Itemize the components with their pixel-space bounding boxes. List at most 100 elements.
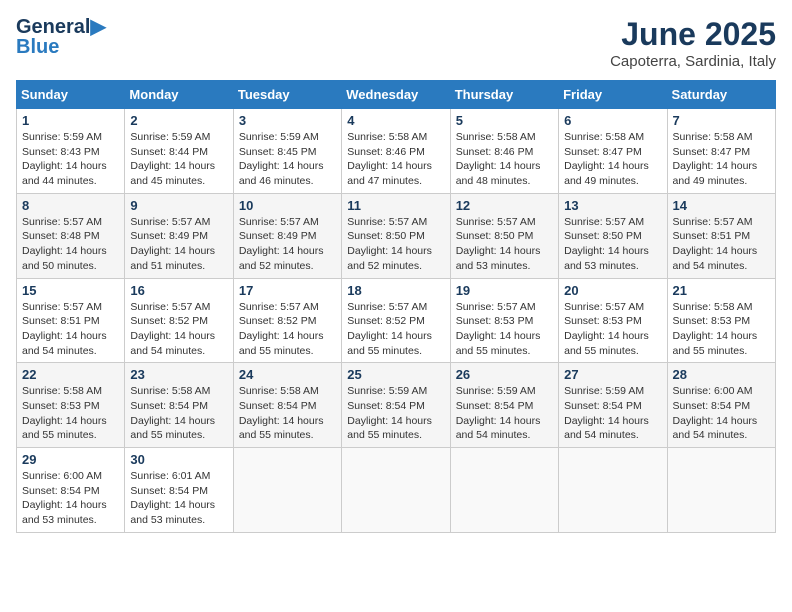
day-number: 22 — [22, 367, 119, 382]
day-number: 2 — [130, 113, 227, 128]
day-number: 28 — [673, 367, 770, 382]
day-info: Sunrise: 5:58 AM Sunset: 8:54 PM Dayligh… — [130, 384, 227, 443]
day-number: 4 — [347, 113, 444, 128]
day-cell-21: 21Sunrise: 5:58 AM Sunset: 8:53 PM Dayli… — [667, 278, 775, 363]
day-info: Sunrise: 5:57 AM Sunset: 8:50 PM Dayligh… — [347, 215, 444, 274]
week-row-2: 15Sunrise: 5:57 AM Sunset: 8:51 PM Dayli… — [17, 278, 776, 363]
day-2: 2 Sunrise: 5:59 AM Sunset: 8:44 PM Daylig… — [125, 109, 233, 194]
week-row-4: 29Sunrise: 6:00 AM Sunset: 8:54 PM Dayli… — [17, 448, 776, 533]
day-cell-18: 18 Sunrise: 5:57 AM Sunset: 8:52 PM Dayli… — [342, 278, 450, 363]
day-cell-19: 19Sunrise: 5:57 AM Sunset: 8:53 PM Dayli… — [450, 278, 558, 363]
day-cell-empty — [450, 448, 558, 533]
day-info: Sunrise: 5:58 AM Sunset: 8:53 PM Dayligh… — [673, 300, 770, 359]
week-row-1: 8 Sunrise: 5:57 AM Sunset: 8:48 PM Daylig… — [17, 193, 776, 278]
day-number: 8 — [22, 198, 119, 213]
day-cell-10: 10Sunrise: 5:57 AM Sunset: 8:49 PM Dayli… — [233, 193, 341, 278]
day-info: Sunrise: 5:57 AM Sunset: 8:53 PM Dayligh… — [564, 300, 661, 359]
day-cell-empty — [667, 448, 775, 533]
day-cell-23: 23 Sunrise: 5:58 AM Sunset: 8:54 PM Dayli… — [125, 363, 233, 448]
day-cell-26: 26 Sunrise: 5:59 AM Sunset: 8:54 PM Dayli… — [450, 363, 558, 448]
day-number: 30 — [130, 452, 227, 467]
day-cell-12: 12 Sunrise: 5:57 AM Sunset: 8:50 PM Dayli… — [450, 193, 558, 278]
day-info: Sunrise: 5:58 AM Sunset: 8:47 PM Dayligh… — [564, 130, 661, 189]
day-number: 13 — [564, 198, 661, 213]
day-info: Sunrise: 5:58 AM Sunset: 8:47 PM Dayligh… — [673, 130, 770, 189]
day-info: Sunrise: 5:57 AM Sunset: 8:51 PM Dayligh… — [673, 215, 770, 274]
day-number: 26 — [456, 367, 553, 382]
day-3: 3 Sunrise: 5:59 AM Sunset: 8:45 PM Daylig… — [233, 109, 341, 194]
day-number: 18 — [347, 283, 444, 298]
day-number: 3 — [239, 113, 336, 128]
logo-line2: Blue — [16, 36, 59, 58]
day-number: 29 — [22, 452, 119, 467]
week-row-3: 22 Sunrise: 5:58 AM Sunset: 8:53 PM Dayli… — [17, 363, 776, 448]
day-number: 16 — [130, 283, 227, 298]
day-cell-empty — [342, 448, 450, 533]
day-info: Sunrise: 5:58 AM Sunset: 8:46 PM Dayligh… — [347, 130, 444, 189]
day-4: 4 Sunrise: 5:58 AM Sunset: 8:46 PM Daylig… — [342, 109, 450, 194]
day-cell-empty — [559, 448, 667, 533]
day-number: 17 — [239, 283, 336, 298]
day-info: Sunrise: 6:01 AM Sunset: 8:54 PM Dayligh… — [130, 469, 227, 528]
day-cell-8: 8 Sunrise: 5:57 AM Sunset: 8:48 PM Daylig… — [17, 193, 125, 278]
day-5: 5 Sunrise: 5:58 AM Sunset: 8:46 PM Daylig… — [450, 109, 558, 194]
day-cell-9: 9 Sunrise: 5:57 AM Sunset: 8:49 PM Daylig… — [125, 193, 233, 278]
day-6: 6 Sunrise: 5:58 AM Sunset: 8:47 PM Daylig… — [559, 109, 667, 194]
day-cell-20: 20 Sunrise: 5:57 AM Sunset: 8:53 PM Dayli… — [559, 278, 667, 363]
day-number: 1 — [22, 113, 119, 128]
title-block: June 2025 Capoterra, Sardinia, Italy — [610, 16, 776, 70]
day-number: 5 — [456, 113, 553, 128]
day-number: 14 — [673, 198, 770, 213]
logo-line1: General▶ — [16, 16, 106, 38]
day-number: 6 — [564, 113, 661, 128]
day-cell-16: 16 Sunrise: 5:57 AM Sunset: 8:52 PM Dayli… — [125, 278, 233, 363]
day-info: Sunrise: 5:57 AM Sunset: 8:52 PM Dayligh… — [347, 300, 444, 359]
day-number: 9 — [130, 198, 227, 213]
day-info: Sunrise: 5:59 AM Sunset: 8:45 PM Dayligh… — [239, 130, 336, 189]
month-title: June 2025 — [610, 16, 776, 53]
col-thursday: Thursday — [450, 81, 558, 109]
day-cell-17: 17Sunrise: 5:57 AM Sunset: 8:52 PM Dayli… — [233, 278, 341, 363]
day-info: Sunrise: 5:57 AM Sunset: 8:52 PM Dayligh… — [130, 300, 227, 359]
day-cell-28: 28 Sunrise: 6:00 AM Sunset: 8:54 PM Dayli… — [667, 363, 775, 448]
day-cell-14: 14 Sunrise: 5:57 AM Sunset: 8:51 PM Dayli… — [667, 193, 775, 278]
day-cell-15: 15Sunrise: 5:57 AM Sunset: 8:51 PM Dayli… — [17, 278, 125, 363]
day-info: Sunrise: 6:00 AM Sunset: 8:54 PM Dayligh… — [673, 384, 770, 443]
day-info: Sunrise: 5:57 AM Sunset: 8:48 PM Dayligh… — [22, 215, 119, 274]
day-cell-empty — [233, 448, 341, 533]
week-row-0: 1 Sunrise: 5:59 AM Sunset: 8:43 PM Daylig… — [17, 109, 776, 194]
col-monday: Monday — [125, 81, 233, 109]
day-cell-29: 29Sunrise: 6:00 AM Sunset: 8:54 PM Dayli… — [17, 448, 125, 533]
col-friday: Friday — [559, 81, 667, 109]
day-cell-27: 27 Sunrise: 5:59 AM Sunset: 8:54 PM Dayli… — [559, 363, 667, 448]
day-number: 10 — [239, 198, 336, 213]
day-info: Sunrise: 5:59 AM Sunset: 8:54 PM Dayligh… — [564, 384, 661, 443]
day-info: Sunrise: 5:59 AM Sunset: 8:43 PM Dayligh… — [22, 130, 119, 189]
day-number: 12 — [456, 198, 553, 213]
day-info: Sunrise: 5:57 AM Sunset: 8:50 PM Dayligh… — [564, 215, 661, 274]
day-info: Sunrise: 5:59 AM Sunset: 8:44 PM Dayligh… — [130, 130, 227, 189]
day-info: Sunrise: 5:58 AM Sunset: 8:46 PM Dayligh… — [456, 130, 553, 189]
day-cell-22: 22 Sunrise: 5:58 AM Sunset: 8:53 PM Dayli… — [17, 363, 125, 448]
col-sunday: Sunday — [17, 81, 125, 109]
day-number: 23 — [130, 367, 227, 382]
header-row: Sunday Monday Tuesday Wednesday Thursday… — [17, 81, 776, 109]
day-number: 20 — [564, 283, 661, 298]
day-cell-30: 30 Sunrise: 6:01 AM Sunset: 8:54 PM Dayli… — [125, 448, 233, 533]
day-info: Sunrise: 5:58 AM Sunset: 8:53 PM Dayligh… — [22, 384, 119, 443]
day-info: Sunrise: 5:59 AM Sunset: 8:54 PM Dayligh… — [456, 384, 553, 443]
day-7: 7Sunrise: 5:58 AM Sunset: 8:47 PM Daylig… — [667, 109, 775, 194]
day-number: 25 — [347, 367, 444, 382]
location: Capoterra, Sardinia, Italy — [610, 53, 776, 70]
day-info: Sunrise: 5:57 AM Sunset: 8:49 PM Dayligh… — [130, 215, 227, 274]
col-tuesday: Tuesday — [233, 81, 341, 109]
logo: General▶ Blue — [16, 16, 106, 58]
day-number: 27 — [564, 367, 661, 382]
day-info: Sunrise: 5:57 AM Sunset: 8:50 PM Dayligh… — [456, 215, 553, 274]
day-cell-13: 13 Sunrise: 5:57 AM Sunset: 8:50 PM Dayli… — [559, 193, 667, 278]
day-number: 24 — [239, 367, 336, 382]
calendar-table: Sunday Monday Tuesday Wednesday Thursday… — [16, 80, 776, 533]
day-1: 1 Sunrise: 5:59 AM Sunset: 8:43 PM Daylig… — [17, 109, 125, 194]
day-number: 11 — [347, 198, 444, 213]
page-header: General▶ Blue June 2025 Capoterra, Sardi… — [16, 16, 776, 70]
